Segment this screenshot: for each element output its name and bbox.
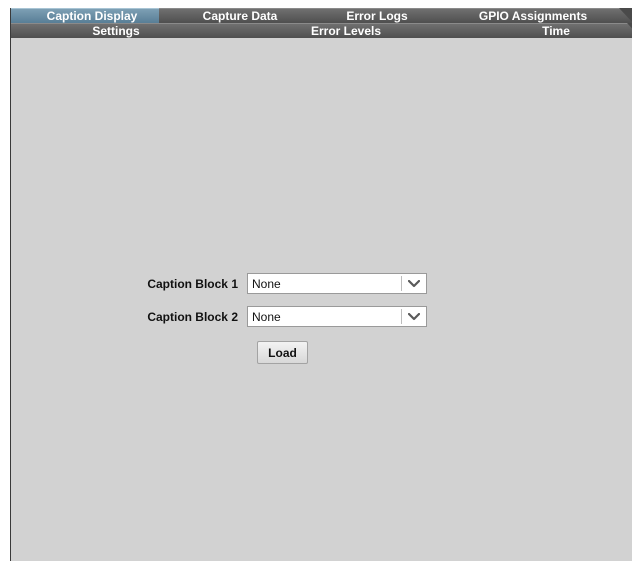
caption-block-2-label: Caption Block 2 [147, 309, 238, 324]
caption-block-1-label: Caption Block 1 [147, 276, 238, 291]
caption-block-1-row: Caption Block 1 None [11, 273, 427, 294]
chevron-down-icon[interactable] [402, 274, 426, 293]
caption-form: Caption Block 1 None Caption Block 2 Non… [11, 8, 632, 561]
caption-block-2-value: None [252, 309, 281, 324]
caption-block-2-row: Caption Block 2 None [11, 306, 427, 327]
caption-block-1-select[interactable]: None [247, 273, 427, 294]
caption-block-1-value: None [252, 276, 281, 291]
chevron-down-icon[interactable] [402, 307, 426, 326]
caption-block-2-select[interactable]: None [247, 306, 427, 327]
load-button[interactable]: Load [257, 341, 308, 364]
main-panel: Caption Display Capture Data Error Logs … [10, 8, 632, 561]
